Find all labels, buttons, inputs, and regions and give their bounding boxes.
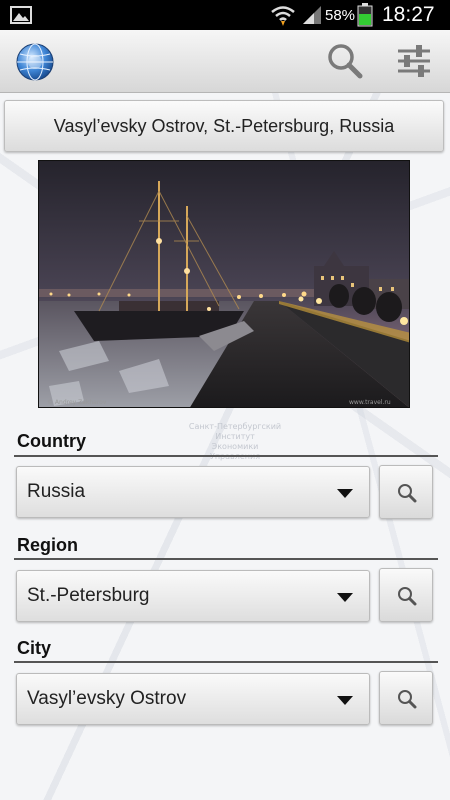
country-divider [14,455,438,457]
location-button-label: Vasyl’evsky Ostrov, St.-Petersburg, Russ… [53,115,395,136]
app-logo-icon[interactable] [15,42,55,82]
city-select-value: Vasyl’evsky Ostrov [27,688,187,709]
country-select-value: Russia [27,481,86,502]
battery-percent: 58% [325,7,356,24]
battery-icon [357,3,373,27]
search-icon [398,484,417,503]
city-search-button[interactable] [379,671,433,725]
city-label: City [17,638,52,658]
region-search-button[interactable] [379,568,433,622]
country-select[interactable]: Russia [16,466,370,518]
gallery-icon [10,6,32,24]
chevron-down-icon [337,489,353,498]
night-embankment-photo: © Andrey Zakharov www.travel.ru [39,161,409,407]
signal-icon [303,6,321,24]
chevron-down-icon [337,696,353,705]
region-select[interactable]: St.-Petersburg [16,570,370,622]
city-select[interactable]: Vasyl’evsky Ostrov [16,673,370,725]
search-icon [398,690,417,709]
city-divider [14,661,438,663]
svg-text:www.travel.ru: www.travel.ru [349,399,391,406]
location-button[interactable]: Vasyl’evsky Ostrov, St.-Petersburg, Russ… [4,100,444,152]
search-icon[interactable] [326,42,364,80]
country-label: Country [17,431,86,451]
search-icon [398,587,417,606]
settings-sliders-icon[interactable] [396,44,432,78]
region-label: Region [17,535,78,555]
action-bar [0,30,450,93]
status-bar: 58% 18:27 [0,0,450,30]
clock: 18:27 [382,3,435,26]
location-photo[interactable]: © Andrey Zakharov www.travel.ru [38,160,410,408]
country-search-button[interactable] [379,465,433,519]
wifi-icon [271,6,295,26]
svg-text:© Andrey Zakharov: © Andrey Zakharov [47,399,107,406]
region-divider [14,558,438,560]
chevron-down-icon [337,593,353,602]
region-select-value: St.-Petersburg [27,585,150,606]
